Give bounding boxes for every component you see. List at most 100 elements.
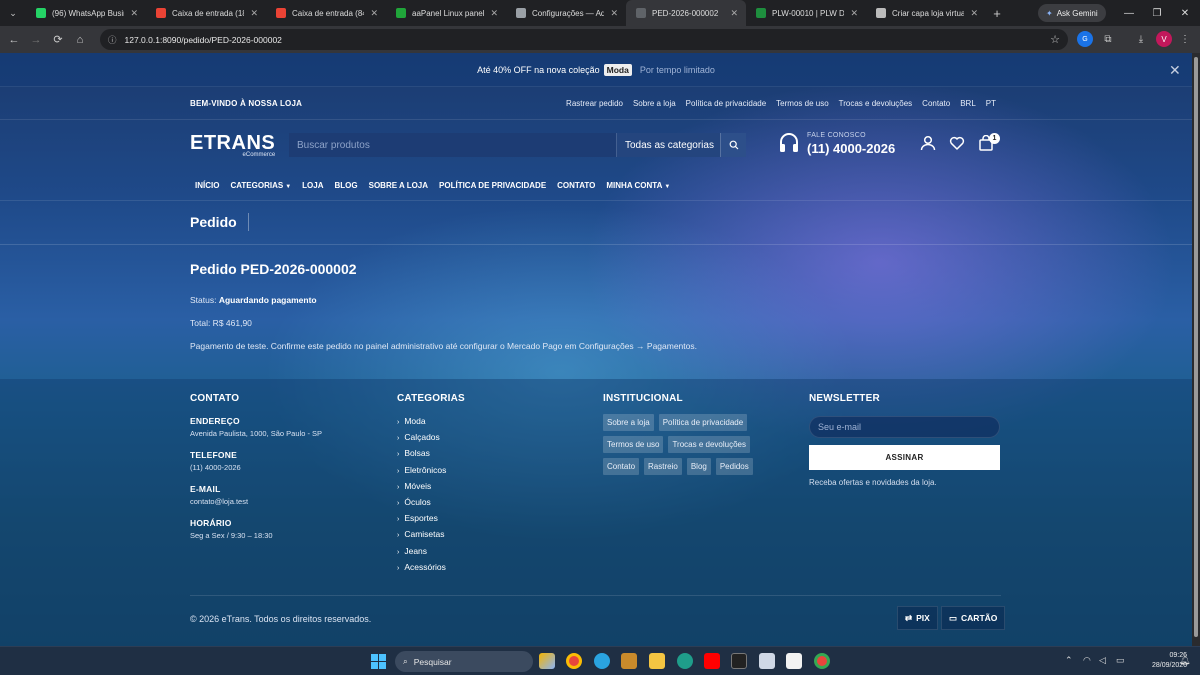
wishlist-heart-icon[interactable]: [949, 135, 965, 151]
wifi-icon[interactable]: ◠: [1083, 655, 1091, 666]
browser-tab[interactable]: Caixa de entrada (184 ✕: [146, 0, 266, 26]
footer-category-link[interactable]: › Moda: [397, 416, 465, 426]
windows-start-icon[interactable]: [371, 654, 386, 669]
minimize-icon[interactable]: —: [1114, 0, 1144, 26]
file-explorer-icon[interactable]: [649, 653, 665, 669]
notification-bell-icon[interactable]: 🔔︎: [1179, 655, 1190, 666]
browser-menu-icon[interactable]: ⋮: [1177, 31, 1193, 47]
tab-close-icon[interactable]: ✕: [250, 8, 258, 19]
nav-item[interactable]: INÍCIO: [195, 181, 219, 190]
search-input[interactable]: [289, 133, 616, 157]
tab-close-icon[interactable]: ✕: [610, 8, 618, 19]
notepad-icon[interactable]: [759, 653, 775, 669]
nav-item[interactable]: BLOG: [335, 181, 358, 190]
footer-category-link[interactable]: › Calçados: [397, 432, 465, 442]
bookmark-star-icon[interactable]: ☆: [1050, 33, 1060, 46]
browser-tab[interactable]: PLW-00010 | PLW Des ✕: [746, 0, 866, 26]
nav-item[interactable]: POLÍTICA DE PRIVACIDADE: [439, 181, 546, 190]
promo-close-icon[interactable]: ✕: [1169, 62, 1181, 79]
nav-item[interactable]: SOBRE A LOJA: [369, 181, 428, 190]
footer-institutional-link[interactable]: Blog: [686, 458, 711, 475]
tab-close-icon[interactable]: ✕: [490, 8, 498, 19]
tab-close-icon[interactable]: ✕: [370, 8, 378, 19]
ask-gemini-button[interactable]: ✦ Ask Gemini: [1038, 4, 1106, 22]
terminal-icon[interactable]: [731, 653, 747, 669]
top-link[interactable]: PT: [986, 99, 996, 108]
extensions-puzzle-icon[interactable]: ⧉: [1100, 31, 1116, 47]
footer-institutional-link[interactable]: Contato: [603, 458, 640, 475]
footer-category-link[interactable]: › Bolsas: [397, 448, 465, 458]
tab-close-icon[interactable]: ✕: [970, 8, 978, 19]
nav-item[interactable]: LOJA: [302, 181, 323, 190]
profile-avatar[interactable]: V: [1156, 31, 1172, 47]
top-link[interactable]: Contato: [922, 99, 950, 108]
site-logo[interactable]: ETRANS eCommerce: [190, 133, 275, 158]
page-scrollbar[interactable]: [1192, 53, 1200, 646]
footer-category-link[interactable]: › Camisetas: [397, 529, 465, 539]
nav-item[interactable]: CONTATO: [557, 181, 595, 190]
extension-icon[interactable]: G: [1077, 31, 1093, 47]
footer-institutional-link[interactable]: Trocas e devoluções: [668, 436, 750, 453]
forward-icon[interactable]: →: [25, 29, 47, 51]
footer-institutional-link[interactable]: Política de privacidade: [658, 414, 748, 431]
subscribe-button[interactable]: ASSINAR: [809, 445, 1000, 470]
footer-category-link[interactable]: › Óculos: [397, 497, 465, 507]
media-player-icon[interactable]: [621, 653, 637, 669]
top-link[interactable]: Termos de uso: [776, 99, 828, 108]
account-icon[interactable]: [920, 135, 936, 151]
edge-icon[interactable]: [677, 653, 693, 669]
chrome-icon[interactable]: [566, 653, 582, 669]
browser-tab[interactable]: aaPanel Linux panel - f ✕: [386, 0, 506, 26]
reload-icon[interactable]: ⟳: [47, 29, 69, 51]
top-link[interactable]: Sobre a loja: [633, 99, 676, 108]
battery-icon[interactable]: ▭: [1116, 655, 1125, 666]
taskbar-search[interactable]: ⌕ Pesquisar: [395, 651, 533, 672]
browser-tab[interactable]: Caixa de entrada (841 ✕: [266, 0, 386, 26]
footer-category-link[interactable]: › Móveis: [397, 481, 465, 491]
footer-category-link[interactable]: › Jeans: [397, 546, 465, 556]
youtube-icon[interactable]: [704, 653, 720, 669]
footer-category-link[interactable]: › Esportes: [397, 513, 465, 523]
nav-item[interactable]: MINHA CONTA ▼: [606, 181, 670, 190]
home-icon[interactable]: ⌂: [69, 29, 91, 51]
telegram-icon[interactable]: [594, 653, 610, 669]
app-cube-icon[interactable]: [786, 653, 802, 669]
browser-tab[interactable]: Configurações — Adm ✕: [506, 0, 626, 26]
footer-institutional-link[interactable]: Pedidos: [715, 458, 753, 475]
tab-close-icon[interactable]: ✕: [130, 8, 138, 19]
search-button[interactable]: [720, 133, 746, 157]
top-link[interactable]: Política de privacidade: [686, 99, 767, 108]
browser-tab[interactable]: Criar capa loja virtual ✕: [866, 0, 986, 26]
tray-overflow-icon[interactable]: ⌃: [1065, 655, 1073, 666]
footer-category-link[interactable]: › Eletrônicos: [397, 465, 465, 475]
footer-institutional-link[interactable]: Termos de uso: [603, 436, 664, 453]
contact-phone: (11) 4000-2026: [807, 141, 896, 156]
category-select[interactable]: Todas as categorias: [616, 133, 720, 157]
widgets-icon[interactable]: [539, 653, 555, 669]
tab-close-icon[interactable]: ✕: [850, 8, 858, 19]
volume-icon[interactable]: ◁: [1099, 655, 1106, 666]
chrome-alt-icon[interactable]: [814, 653, 830, 669]
footer-category-link[interactable]: › Acessórios: [397, 562, 465, 572]
back-icon[interactable]: ←: [3, 29, 25, 51]
top-link[interactable]: Trocas e devoluções: [839, 99, 913, 108]
footer-institutional-link[interactable]: Rastreio: [644, 458, 682, 475]
browser-tab[interactable]: PED-2026-000002 ✕: [626, 0, 746, 26]
top-link[interactable]: BRL: [960, 99, 976, 108]
maximize-icon[interactable]: ❐: [1142, 0, 1172, 26]
site-info-icon[interactable]: ⓘ: [108, 34, 117, 46]
browser-tab[interactable]: (96) WhatsApp Busines ✕: [26, 0, 146, 26]
top-link[interactable]: Rastrear pedido: [566, 99, 623, 108]
tab-close-icon[interactable]: ✕: [730, 8, 738, 19]
url-text[interactable]: 127.0.0.1:8090/pedido/PED-2026-000002: [125, 35, 282, 45]
footer-institutional-link[interactable]: Sobre a loja: [603, 414, 654, 431]
close-window-icon[interactable]: ✕: [1170, 0, 1200, 26]
new-tab-button[interactable]: +: [986, 6, 1008, 21]
scrollbar-thumb[interactable]: [1194, 57, 1198, 637]
tab-search-icon[interactable]: ⌄: [0, 0, 26, 26]
newsletter-email-input[interactable]: [809, 416, 1000, 438]
search-icon: [729, 140, 738, 150]
address-bar[interactable]: ⓘ 127.0.0.1:8090/pedido/PED-2026-000002 …: [100, 29, 1068, 50]
nav-item[interactable]: CATEGORIAS ▼: [230, 181, 291, 190]
download-icon[interactable]: ⤓: [1133, 31, 1149, 47]
